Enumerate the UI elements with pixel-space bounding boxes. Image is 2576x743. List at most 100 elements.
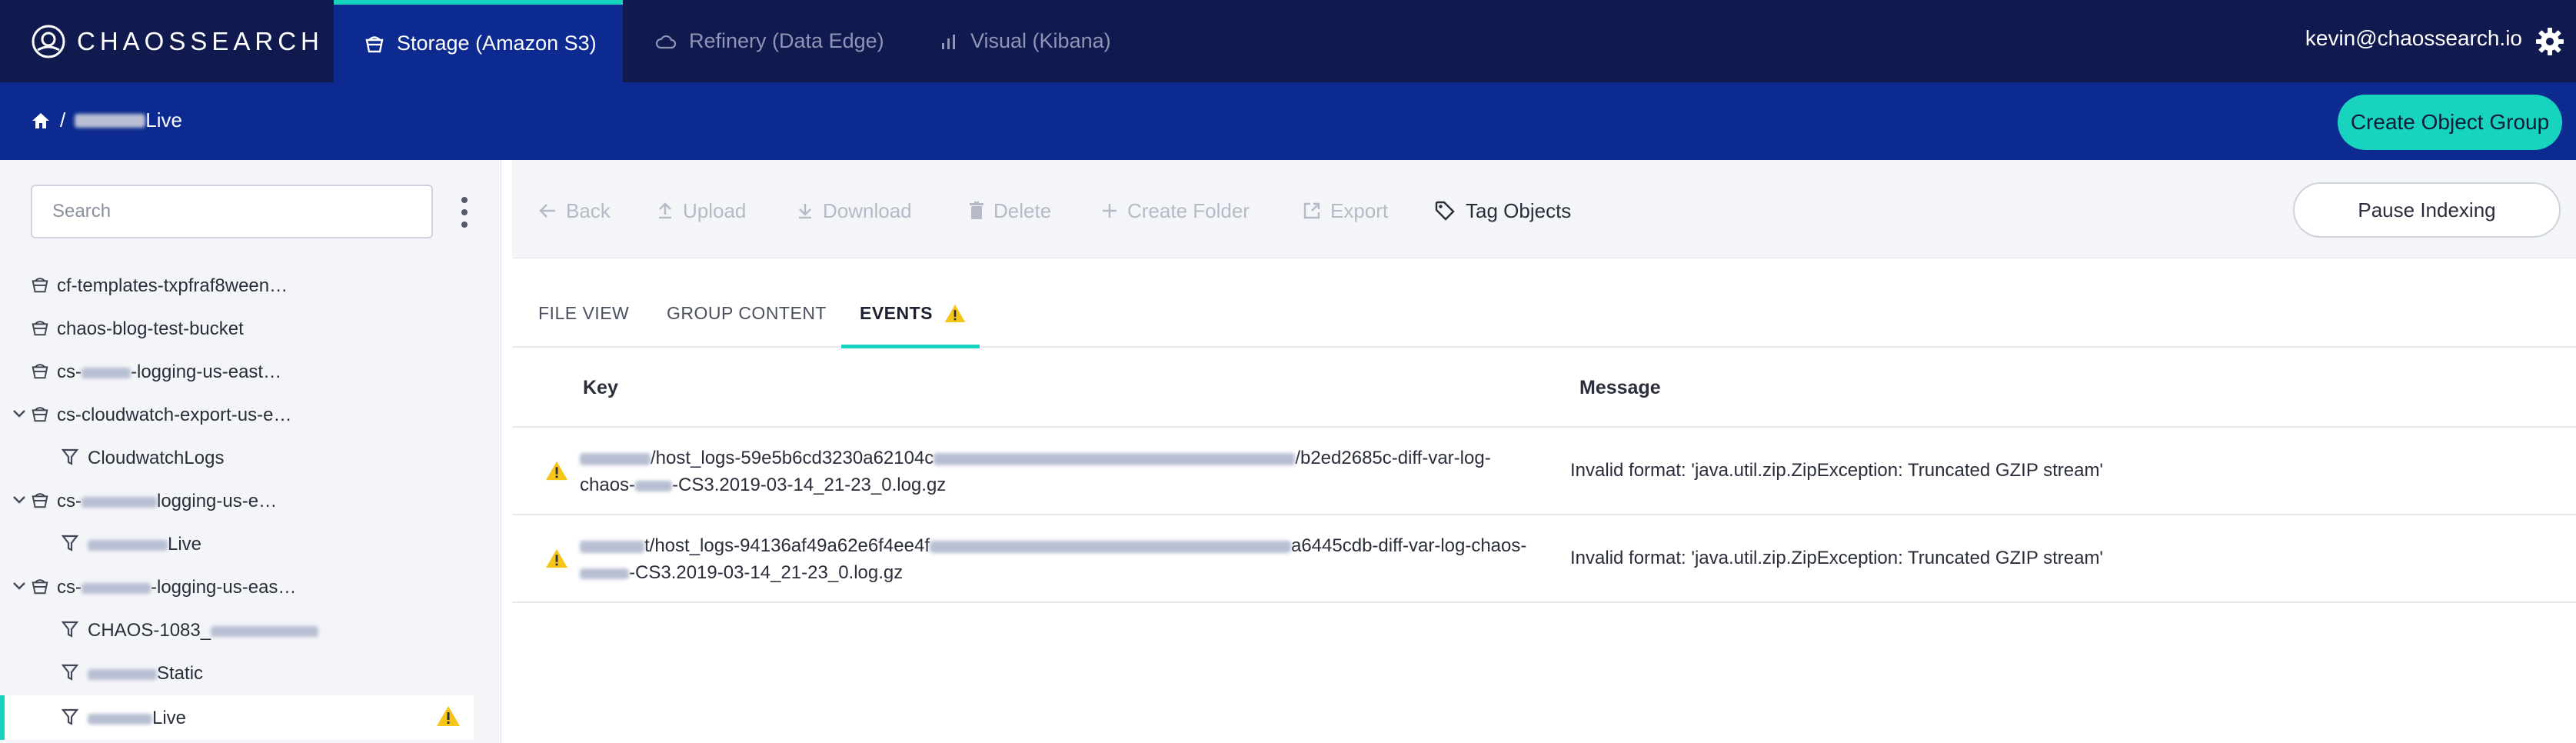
tab-events-label: EVENTS	[860, 303, 934, 323]
breadcrumb: / Live	[31, 108, 182, 132]
delete-button[interactable]: Delete	[969, 197, 1051, 225]
sidebar-bucket-item[interactable]: cs-cloudwatch-export-us-e…	[0, 395, 474, 435]
breadcrumb-bar: / Live Create Object Group	[0, 82, 2576, 160]
sidebar-search-input[interactable]	[31, 185, 433, 238]
sidebar-object-group-item[interactable]: Live	[0, 524, 474, 564]
filter-icon	[62, 664, 78, 681]
chaossearch-logo-icon	[32, 25, 65, 58]
back-button[interactable]: Back	[538, 197, 611, 225]
redacted-text	[75, 113, 146, 128]
upload-icon	[659, 202, 671, 219]
event-message: Invalid format: 'java.util.zip.ZipExcept…	[1570, 460, 2104, 481]
tag-icon	[1435, 201, 1455, 221]
chaossearch-logo[interactable]: CHAOSSEARCH	[31, 23, 324, 60]
download-button[interactable]: Download	[797, 197, 912, 225]
sidebar-item-label: CHAOS-1083_	[88, 620, 319, 641]
create-object-group-button[interactable]: Create Object Group	[2338, 95, 2562, 150]
sidebar-bucket-item[interactable]: cf-templates-txpfraf8ween…	[0, 265, 474, 305]
filter-icon	[62, 535, 78, 551]
tab-refinery[interactable]: Refinery (Data Edge)	[655, 0, 884, 82]
tab-refinery-label: Refinery (Data Edge)	[689, 29, 884, 52]
tab-visual-label: Visual (Kibana)	[970, 29, 1111, 52]
bucket-icon	[365, 35, 384, 52]
sidebar-item-label: cs- -logging-us-east…	[57, 362, 282, 382]
bucket-icon	[32, 493, 48, 508]
tag-objects-button[interactable]: Tag Objects	[1435, 197, 1571, 225]
table-row[interactable]: t/host_logs-94136af49a62e6f4ee4f a6445cdb…	[512, 515, 2576, 603]
bar-chart-icon	[942, 34, 955, 49]
brand-name: CHAOSSEARCH	[77, 27, 324, 55]
warning-icon	[944, 305, 966, 322]
sidebar-bucket-item[interactable]: cs- -logging-us-eas…	[0, 567, 474, 607]
tag-objects-label: Tag Objects	[1466, 198, 1572, 222]
chevron-down-icon[interactable]	[12, 581, 26, 591]
more-options-icon[interactable]	[457, 197, 472, 228]
sidebar-bucket-item[interactable]: cs-logging-us-e…	[0, 481, 474, 521]
event-key: t/host_logs-94136af49a62e6f4ee4f a6445cdb…	[580, 532, 1541, 586]
bucket-icon	[32, 407, 48, 422]
cloud-icon	[655, 35, 677, 48]
export-button[interactable]: Export	[1303, 197, 1388, 225]
create-folder-label: Create Folder	[1127, 198, 1250, 222]
create-folder-button[interactable]: Create Folder	[1101, 197, 1250, 225]
download-label: Download	[823, 198, 912, 222]
tab-group-content[interactable]: GROUP CONTENT	[667, 303, 827, 324]
sidebar-object-group-item[interactable]: CHAOS-1083_	[0, 610, 474, 650]
home-icon[interactable]	[31, 112, 51, 130]
sidebar-bucket-item[interactable]: chaos-blog-test-bucket	[0, 308, 474, 348]
sidebar-object-group-item[interactable]: Static	[0, 653, 474, 693]
sidebar-item-label: cs- -logging-us-eas…	[57, 577, 297, 598]
breadcrumb-current: Live	[145, 108, 182, 132]
table-row[interactable]: /host_logs-59e5b6cd3230a62104c/b2ed2685c…	[512, 428, 2576, 515]
upload-label: Upload	[683, 198, 747, 222]
bucket-icon	[32, 364, 48, 379]
column-header-message[interactable]: Message	[1579, 377, 1661, 399]
filter-icon	[62, 708, 78, 725]
tab-events[interactable]: EVENTS	[860, 303, 967, 324]
sidebar-item-label: cf-templates-txpfraf8ween…	[57, 275, 288, 296]
table-header: Key Message	[512, 348, 2576, 428]
sidebar-item-label: cs-cloudwatch-export-us-e…	[57, 405, 292, 425]
sidebar-item-label: CloudwatchLogs	[88, 448, 225, 468]
sidebar-bucket-item[interactable]: cs- -logging-us-east…	[0, 352, 474, 391]
sidebar-item-label: Live	[88, 534, 201, 555]
arrow-left-icon	[539, 204, 555, 218]
sidebar-item-label: Static	[88, 663, 203, 685]
filter-icon	[62, 448, 78, 465]
tab-storage-label: Storage (Amazon S3)	[397, 32, 597, 55]
tab-storage[interactable]: Storage (Amazon S3)	[334, 0, 623, 82]
export-label: Export	[1330, 198, 1389, 222]
delete-label: Delete	[993, 198, 1052, 222]
chevron-down-icon[interactable]	[12, 495, 26, 505]
event-message: Invalid format: 'java.util.zip.ZipExcept…	[1570, 548, 2104, 568]
action-toolbar: Back Upload Download Delete Create Folde…	[512, 160, 2576, 258]
user-email[interactable]: kevin@chaossearch.io	[2305, 26, 2522, 51]
sidebar-object-group-item-selected[interactable]: Live	[0, 695, 474, 740]
event-key: /host_logs-59e5b6cd3230a62104c/b2ed2685c…	[580, 448, 1491, 495]
pause-indexing-button[interactable]: Pause Indexing	[2293, 182, 2561, 238]
export-icon	[1303, 202, 1320, 219]
settings-gear-icon[interactable]	[2534, 26, 2565, 61]
bucket-icon	[32, 321, 48, 336]
filter-icon	[62, 621, 78, 638]
back-label: Back	[566, 198, 611, 222]
download-icon	[799, 204, 811, 219]
warning-icon	[437, 706, 460, 726]
chevron-down-icon[interactable]	[12, 408, 26, 419]
trash-icon	[970, 202, 983, 219]
sidebar-item-label: Live	[88, 708, 186, 729]
breadcrumb-separator: /	[60, 108, 66, 132]
warning-icon	[546, 461, 567, 481]
upload-button[interactable]: Upload	[657, 197, 746, 225]
column-header-key[interactable]: Key	[583, 377, 618, 399]
tab-file-view[interactable]: FILE VIEW	[538, 303, 629, 324]
sidebar-object-group-item[interactable]: CloudwatchLogs	[0, 438, 474, 478]
bucket-icon	[32, 278, 48, 293]
sidebar-item-label: cs-logging-us-e…	[57, 491, 278, 511]
bucket-icon	[32, 579, 48, 595]
top-navigation: CHAOSSEARCH Storage (Amazon S3) Refinery…	[0, 0, 2576, 82]
sidebar: cf-templates-txpfraf8ween… chaos-blog-te…	[0, 160, 501, 743]
plus-icon	[1103, 204, 1117, 218]
sidebar-item-label: chaos-blog-test-bucket	[57, 318, 244, 339]
tab-visual[interactable]: Visual (Kibana)	[940, 0, 1111, 82]
